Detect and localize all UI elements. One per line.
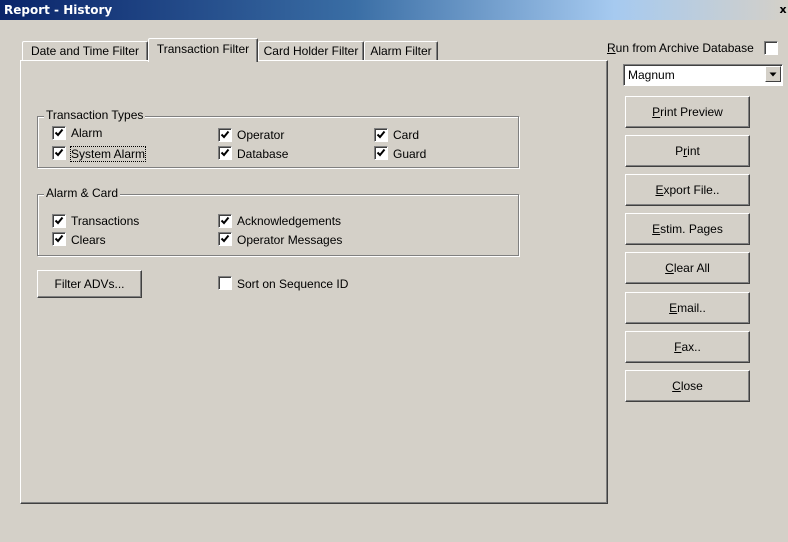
alarm-checkbox[interactable]: [52, 126, 66, 140]
window-title: Report - History: [4, 3, 113, 17]
clears-checkbox-label: Clears: [71, 233, 106, 247]
tab-date-time-filter[interactable]: Date and Time Filter: [22, 41, 148, 61]
archive-database-checkbox[interactable]: [764, 41, 778, 55]
checkmark-icon: [54, 234, 64, 243]
alarm-checkbox-label: Alarm: [71, 126, 103, 140]
archive-database-label: Run from Archive Database: [607, 41, 754, 55]
button-label: Close: [672, 379, 703, 393]
filter-advs-label: Filter ADVs...: [54, 277, 125, 291]
system-alarm-checkbox-label: System Alarm: [69, 146, 147, 162]
operator-messages-checkbox-label: Operator Messages: [237, 233, 343, 247]
database-select-value: Magnum: [628, 68, 675, 82]
acknowledgements-checkbox[interactable]: [218, 214, 232, 228]
guard-checkbox-label: Guard: [393, 147, 427, 161]
checkmark-icon: [54, 148, 64, 157]
fax-button[interactable]: Fax..: [625, 331, 750, 363]
chevron-down-icon[interactable]: [765, 66, 781, 82]
transactions-checkbox-label: Transactions: [71, 214, 140, 228]
tab-label: Alarm Filter: [370, 44, 432, 58]
checkmark-icon: [220, 216, 230, 225]
close-button[interactable]: Close: [625, 370, 750, 402]
database-checkbox[interactable]: [218, 146, 232, 160]
operator-checkbox[interactable]: [218, 128, 232, 142]
title-bar: Report - History x: [0, 0, 788, 20]
print-button[interactable]: Print: [625, 135, 750, 167]
checkmark-icon: [220, 130, 230, 139]
alarm-card-legend: Alarm & Card: [44, 186, 121, 200]
sort-sequence-checkbox[interactable]: [218, 276, 232, 290]
button-label: Export File..: [655, 183, 720, 197]
tab-transaction-filter[interactable]: Transaction Filter: [148, 38, 258, 62]
checkmark-icon: [220, 148, 230, 157]
database-select[interactable]: Magnum: [623, 64, 783, 86]
filter-advs-button[interactable]: Filter ADVs...: [37, 270, 142, 298]
export-file-button[interactable]: Export File..: [625, 174, 750, 206]
transactions-checkbox[interactable]: [52, 214, 66, 228]
dropdown-arrow-glyph: [769, 72, 777, 77]
card-checkbox[interactable]: [374, 128, 388, 142]
checkmark-icon: [220, 234, 230, 243]
tab-label: Transaction Filter: [156, 42, 250, 56]
system-alarm-checkbox[interactable]: [52, 146, 66, 160]
archive-label-rest: un from Archive Database: [615, 41, 754, 55]
checkmark-icon: [54, 216, 64, 225]
database-checkbox-label: Database: [237, 147, 289, 161]
acknowledgements-checkbox-label: Acknowledgements: [237, 214, 342, 228]
clear-all-button[interactable]: Clear All: [625, 252, 750, 284]
button-label: Clear All: [665, 261, 710, 275]
card-checkbox-label: Card: [393, 128, 420, 142]
button-label: Fax..: [674, 340, 701, 354]
tab-alarm-filter[interactable]: Alarm Filter: [364, 41, 438, 61]
sort-sequence-label: Sort on Sequence ID: [237, 277, 349, 291]
tab-label: Date and Time Filter: [30, 44, 140, 58]
button-label: Email..: [669, 301, 706, 315]
tab-label: Card Holder Filter: [263, 44, 359, 58]
button-label: Print: [675, 144, 700, 158]
checkmark-icon: [376, 130, 386, 139]
print-preview-button[interactable]: Print Preview: [625, 96, 750, 128]
operator-checkbox-label: Operator: [237, 128, 285, 142]
checkmark-icon: [376, 148, 386, 157]
close-icon[interactable]: x: [778, 4, 788, 16]
clears-checkbox[interactable]: [52, 232, 66, 246]
checkmark-icon: [54, 128, 64, 137]
email-button[interactable]: Email..: [625, 292, 750, 324]
archive-mnemonic: R: [607, 41, 616, 55]
button-label: Estim. Pages: [652, 222, 723, 236]
transaction-types-legend: Transaction Types: [44, 108, 146, 122]
guard-checkbox[interactable]: [374, 146, 388, 160]
estim-pages-button[interactable]: Estim. Pages: [625, 213, 750, 245]
operator-messages-checkbox[interactable]: [218, 232, 232, 246]
tab-card-holder-filter[interactable]: Card Holder Filter: [258, 41, 364, 61]
button-label: Print Preview: [652, 105, 723, 119]
